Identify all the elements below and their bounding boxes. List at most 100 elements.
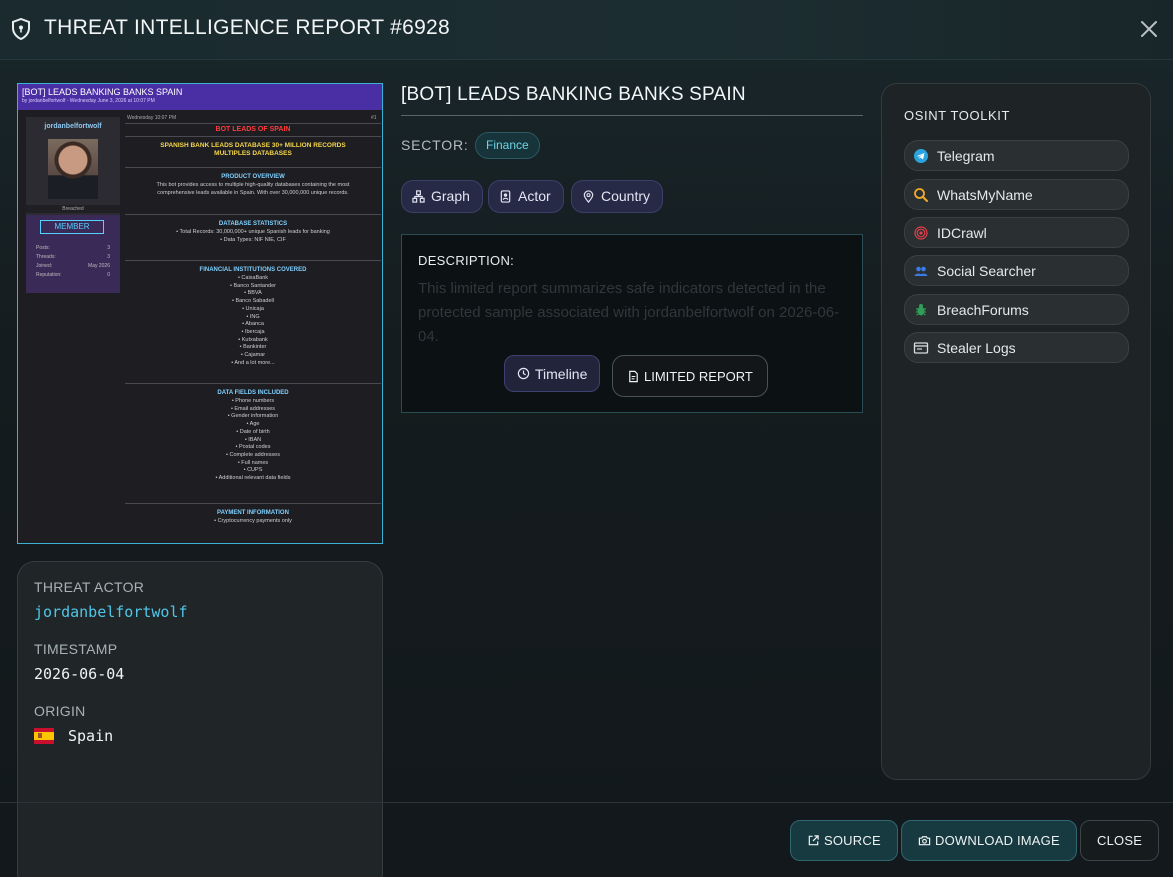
terminal-icon [913,340,929,356]
forum-thread-bar: [BOT] LEADS BANKING BANKS SPAIN by jorda… [18,84,382,110]
close-icon[interactable] [1139,19,1159,39]
post-section-heading: DATA FIELDS INCLUDED [217,390,289,396]
osint-item-social-searcher[interactable]: Social Searcher [904,255,1129,286]
post-line: This bot provides access to multiple hig… [156,182,350,188]
post-line: • IBAN [244,436,262,443]
description-label: DESCRIPTION: [418,253,515,268]
post-line: • CaixaBank [237,275,269,281]
timeline-button[interactable]: Timeline [504,355,601,392]
post-section-heading: DATABASE STATISTICS [218,221,288,227]
timestamp-label: TIMESTAMP [34,641,118,657]
close-label: CLOSE [1097,833,1143,848]
limited-report-button[interactable]: LIMITED REPORT [612,355,768,397]
post-line: • Additional relevant data fields [215,475,291,481]
modal-title: THREAT INTELLIGENCE REPORT #6928 [44,16,451,39]
graph-button[interactable]: Graph [401,180,483,213]
description-text: This limited report summarizes safe indi… [418,280,840,345]
post-number: #1 [371,115,377,121]
stat-key: Joined: [36,263,53,269]
modal-header: THREAT INTELLIGENCE REPORT #6928 [0,0,1173,60]
users-icon [913,263,929,279]
post-line: • Banco Sabadell [232,298,274,305]
post-subheadline-2: MULTIPLES DATABASES [214,150,292,157]
post-meta: Wednesday 10:07 PM [127,115,177,121]
clock-icon [517,367,530,380]
post-line: • ING [246,313,260,320]
actor-label: THREAT ACTOR [34,579,145,595]
post-line: • Kutxabank [238,336,268,343]
post-line: • CUPS [243,467,263,474]
footer-divider [0,802,1173,803]
avatar [48,139,98,199]
post-line: • Full names [237,459,269,466]
profile-stat-row: Threads: 3 [36,254,110,260]
osint-item-telegram[interactable]: Telegram [904,140,1129,171]
thread-title: [BOT] LEADS BANKING BANKS SPAIN [22,87,183,97]
osint-item-idcrawl[interactable]: IDCrawl [904,217,1129,248]
report-modal: THREAT INTELLIGENCE REPORT #6928 [BOT] L… [0,0,1173,877]
post-line: • Age [246,421,260,428]
sector-badge: Finance [475,132,540,159]
post-line: • BBVA [244,290,262,297]
post-section-heading: PRODUCT OVERVIEW [221,174,285,180]
profile-stat-row: Posts: 3 [36,245,110,251]
post-line: • Data Types: NIF NIE, CIF [220,236,286,243]
post-headline: BOT LEADS OF SPAIN [215,126,291,133]
actor-value[interactable]: jordanbelfortwolf [34,603,188,621]
bug-icon [913,302,929,318]
download-image-button[interactable]: DOWNLOAD IMAGE [901,820,1077,861]
forum-post: Wednesday 10:07 PM #1 BOT LEADS OF SPAIN… [125,114,381,543]
post-line: comprehensive leads available in Spain. … [157,189,349,196]
osint-item-label: Stealer Logs [937,339,1016,356]
post-line: • Unicaja [242,305,264,312]
fingerprint-icon [913,225,929,241]
divider [125,167,381,168]
source-button[interactable]: SOURCE [790,820,898,861]
divider [125,136,381,137]
profile-stat-row: Joined: May 2026 [36,263,110,269]
osint-item-label: Social Searcher [937,262,1036,279]
stat-key: Reputation: [36,272,62,278]
divider [125,123,381,124]
stat-key: Threads: [36,254,56,260]
download-image-label: DOWNLOAD IMAGE [935,833,1060,848]
timestamp-value: 2026-06-04 [34,665,125,683]
actor-chip-label: Actor [518,188,551,204]
profile-username: jordanbelfortwolf [44,123,102,130]
timeline-label: Timeline [535,365,588,382]
profile-status: Breached [26,205,120,213]
stat-value: 3 [107,245,110,251]
actor-button[interactable]: Actor [488,180,564,213]
shield-icon [12,18,30,40]
osint-item-label: WhatsMyName [937,186,1033,203]
post-line: • Banco Santander [230,282,276,289]
spain-flag-icon [34,728,54,744]
actor-info-card: THREAT ACTOR jordanbelfortwolf TIMESTAMP… [17,561,383,877]
forum-profile: jordanbelfortwolf Breached MEMBER Posts:… [26,117,120,293]
post-line: • Ibercaja [241,328,265,335]
osint-item-stealer-logs[interactable]: Stealer Logs [904,332,1129,363]
divider [125,383,381,384]
post-section-heading: FINANCIAL INSTITUTIONS COVERED [199,267,307,273]
country-button[interactable]: Country [571,180,664,213]
source-label: SOURCE [824,833,881,848]
osint-item-breachforums[interactable]: BreachForums [904,294,1129,325]
osint-item-whatsmyname[interactable]: WhatsMyName [904,179,1129,210]
thread-subtitle: by jordanbelfortwolf - Wednesday June 3,… [22,98,155,104]
camera-icon [918,836,931,846]
location-pin-icon [583,190,594,203]
divider [125,260,381,261]
post-line: • Complete addresses [226,451,280,458]
origin-label: ORIGIN [34,703,86,719]
sector-label: SECTOR: [401,137,469,153]
profile-stats: MEMBER Posts: 3 Threads: 3 Joined: May 2026 Re… [26,215,120,293]
post-line: • Email addresses [230,405,276,412]
profile-stat-row: Reputation: 0 [36,272,110,278]
evidence-image[interactable]: [BOT] LEADS BANKING BANKS SPAIN by jorda… [17,83,383,544]
origin-value: Spain [68,727,114,745]
post-line: • And a lot more... [231,359,275,366]
post-line: • Gender information [227,413,279,420]
osint-item-label: BreachForums [937,301,1029,318]
close-button[interactable]: CLOSE [1080,820,1160,861]
osint-toolkit-panel: OSINT TOOLKIT Telegram WhatsMyName IDCra… [881,83,1151,780]
